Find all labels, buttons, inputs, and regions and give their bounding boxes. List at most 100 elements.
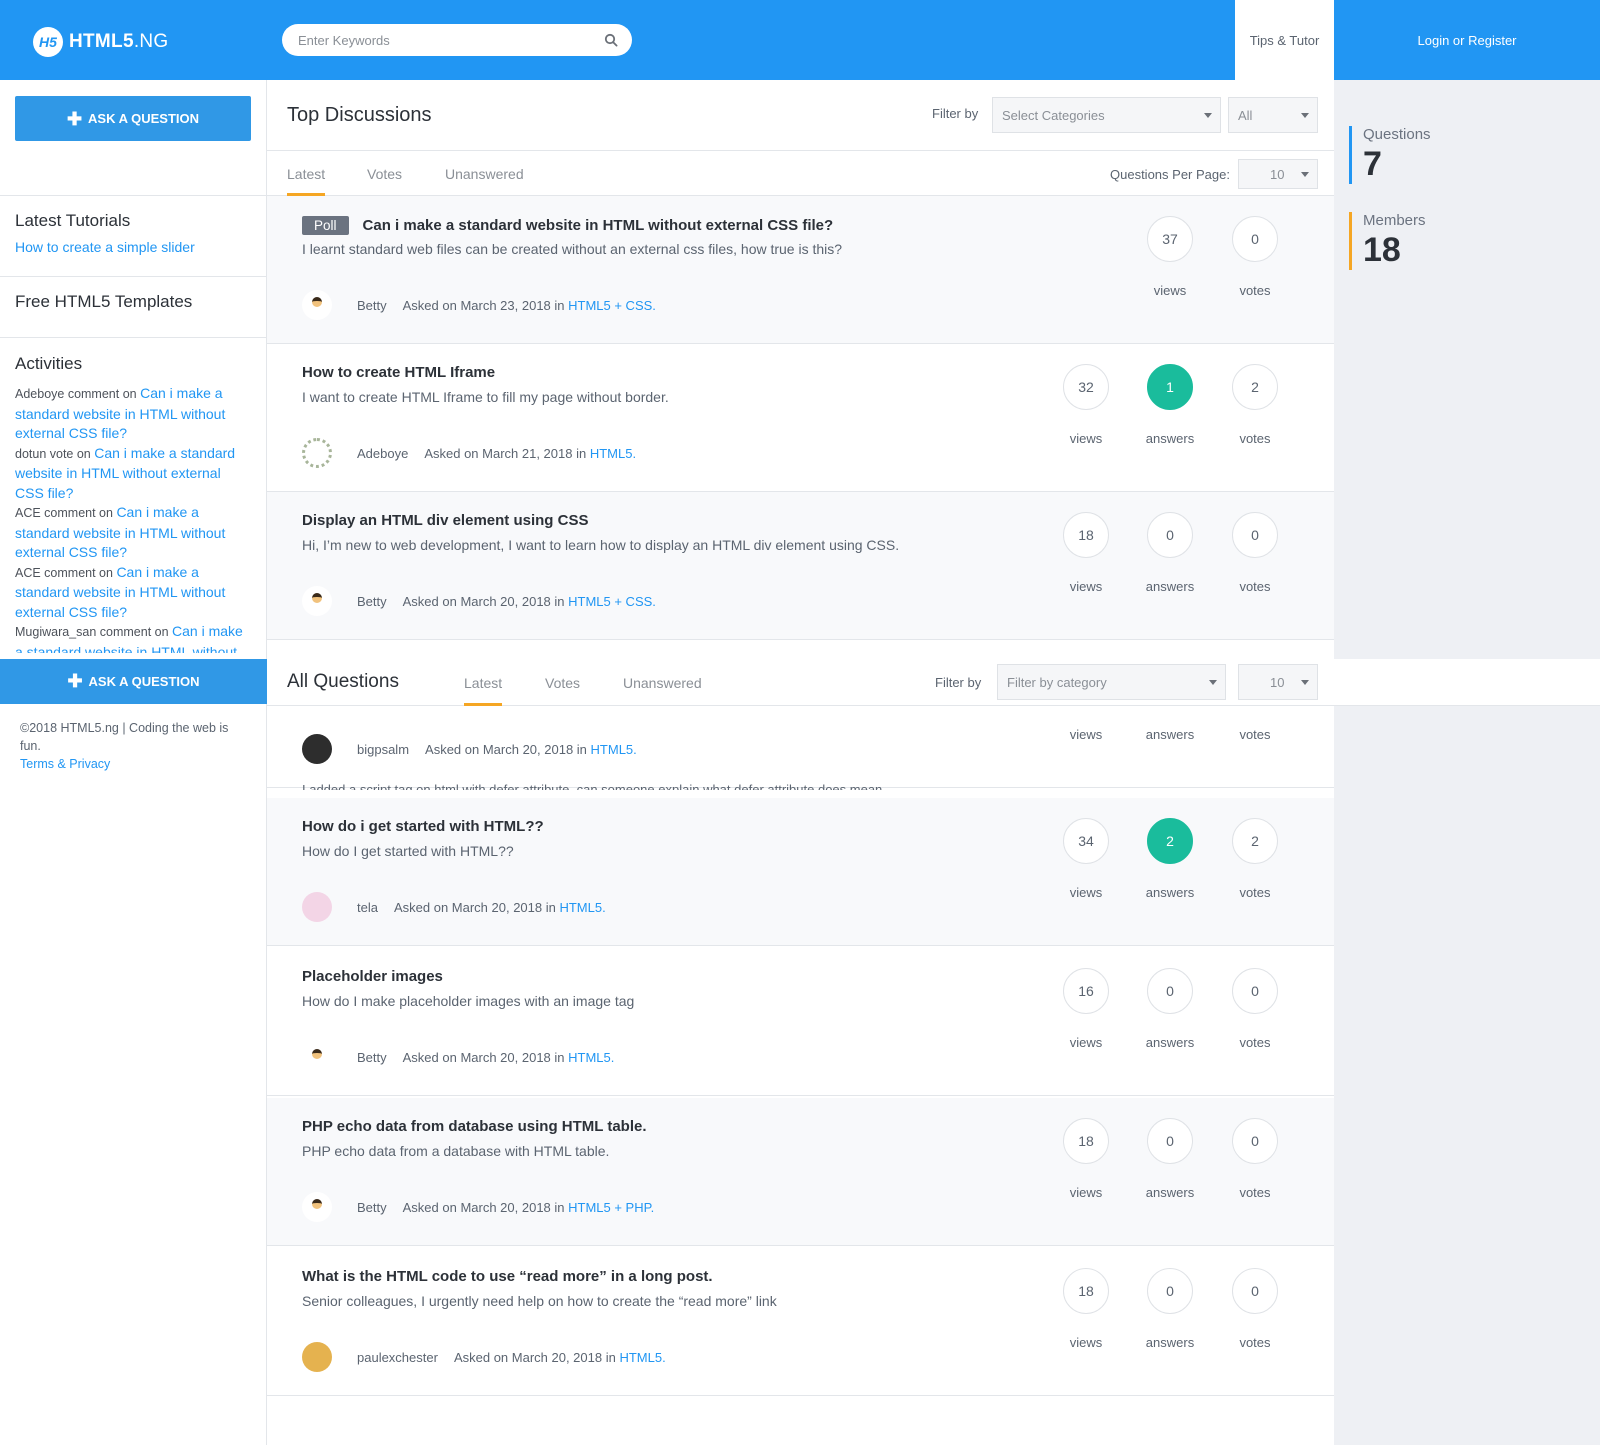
votes-stat: 2 votes bbox=[1225, 364, 1285, 446]
caret-down-icon bbox=[1209, 680, 1217, 685]
avatar[interactable] bbox=[302, 1042, 332, 1072]
search-input[interactable] bbox=[298, 32, 604, 48]
question-excerpt: PHP echo data from a database with HTML … bbox=[302, 1143, 610, 1159]
tab-latest[interactable]: Latest bbox=[287, 151, 325, 196]
question-excerpt: Hi, I’m new to web development, I want t… bbox=[302, 537, 900, 553]
questions-stat-label: Questions bbox=[1363, 126, 1431, 143]
free-templates-title[interactable]: Free HTML5 Templates bbox=[15, 292, 252, 312]
question-card[interactable]: How to create HTML Iframe I want to crea… bbox=[267, 344, 1334, 492]
tab-latest[interactable]: Latest bbox=[464, 659, 502, 706]
asked-info: Asked on March 20, 2018 in HTML5 + PHP. bbox=[403, 1200, 655, 1215]
main-content: Top Discussions Filter by Select Categor… bbox=[267, 80, 1334, 1445]
activity-item: ACE comment on Can i make a standard web… bbox=[15, 503, 252, 563]
question-card[interactable]: What is the HTML code to use “read more”… bbox=[267, 1248, 1334, 1396]
nav-tips-tutor[interactable]: Tips & Tutor bbox=[1235, 0, 1334, 80]
activity-item: ACE comment on Can i make a standard web… bbox=[15, 563, 252, 623]
category-filter-select[interactable]: Filter by category bbox=[997, 664, 1226, 700]
avatar[interactable] bbox=[302, 734, 332, 764]
question-excerpt: How do I get started with HTML?? bbox=[302, 843, 514, 859]
ask-question-label: ASK A QUESTION bbox=[88, 111, 200, 126]
tab-votes[interactable]: Votes bbox=[545, 659, 580, 706]
filter-by-label: Filter by bbox=[935, 675, 982, 690]
author-name[interactable]: Betty bbox=[357, 1200, 387, 1215]
question-title[interactable]: Placeholder images bbox=[302, 968, 443, 985]
terms-privacy-link[interactable]: Terms & Privacy bbox=[20, 755, 250, 773]
asked-date: Asked on March 20, 2018 in bbox=[402, 593, 569, 609]
author-name[interactable]: Adeboye bbox=[357, 446, 408, 461]
category-link[interactable]: HTML5. bbox=[559, 900, 605, 915]
logo-light: .NG bbox=[133, 31, 169, 52]
author-name[interactable]: Betty bbox=[357, 1050, 387, 1065]
asked-info: Asked on March 20, 2018 in HTML5 + CSS. bbox=[403, 594, 656, 609]
question-title[interactable]: Display an HTML div element using CSS bbox=[302, 512, 588, 529]
asked-date: Asked on March 20, 2018 in bbox=[393, 899, 560, 915]
author-name[interactable]: paulexchester bbox=[357, 1350, 438, 1365]
nav-login-register[interactable]: Login or Register bbox=[1334, 0, 1600, 80]
views-count: 16 bbox=[1063, 968, 1109, 1014]
author-name[interactable]: Betty bbox=[357, 298, 387, 313]
answers-label: answers bbox=[1145, 1035, 1195, 1050]
sticky-ask-question-button[interactable]: ✚ ASK A QUESTION bbox=[0, 659, 267, 704]
question-card[interactable]: How do i get started with HTML?? How do … bbox=[267, 798, 1334, 946]
question-card[interactable]: Placeholder images How do I make placeho… bbox=[267, 948, 1334, 1096]
question-title[interactable]: How do i get started with HTML?? bbox=[302, 818, 544, 835]
votes-count: 2 bbox=[1232, 818, 1278, 864]
tab-unanswered[interactable]: Unanswered bbox=[623, 659, 702, 706]
question-title[interactable]: Can i make a standard website in HTML wi… bbox=[363, 217, 834, 234]
scope-select[interactable]: All bbox=[1228, 97, 1318, 133]
activities-section: Activities Adeboye comment on Can i make… bbox=[0, 337, 267, 653]
category-link[interactable]: HTML5. bbox=[591, 742, 637, 757]
answers-stat: 0 answers bbox=[1140, 1118, 1200, 1200]
site-logo[interactable]: H5 HTML5.NG bbox=[33, 27, 169, 57]
all-questions-header: All Questions Latest Votes Unanswered Fi… bbox=[267, 659, 1600, 706]
views-count: 18 bbox=[1063, 1268, 1109, 1314]
question-card[interactable]: Poll Can i make a standard website in HTM… bbox=[267, 196, 1334, 344]
asked-info: Asked on March 23, 2018 in HTML5 + CSS. bbox=[403, 298, 656, 313]
answers-count: 1 bbox=[1147, 364, 1193, 410]
question-title[interactable]: PHP echo data from database using HTML t… bbox=[302, 1118, 647, 1135]
question-title[interactable]: How to create HTML Iframe bbox=[302, 364, 495, 381]
category-link[interactable]: HTML5 + CSS. bbox=[568, 594, 656, 609]
category-link[interactable]: HTML5 + CSS. bbox=[568, 298, 656, 313]
votes-label: votes bbox=[1239, 1035, 1271, 1050]
answers-count: 0 bbox=[1147, 512, 1193, 558]
activity-actor: Adeboye comment on bbox=[15, 387, 141, 401]
avatar[interactable] bbox=[302, 290, 332, 320]
views-stat: 18 views bbox=[1056, 1118, 1116, 1200]
tutorial-link[interactable]: How to create a simple slider bbox=[15, 239, 252, 255]
tab-votes[interactable]: Votes bbox=[367, 151, 402, 196]
category-link[interactable]: HTML5. bbox=[619, 1350, 665, 1365]
activity-actor: ACE comment on bbox=[15, 565, 117, 580]
author-name[interactable]: bigpsalm bbox=[357, 742, 409, 757]
views-stat: 32 views bbox=[1056, 364, 1116, 446]
avatar[interactable] bbox=[302, 1192, 332, 1222]
views-stat: 18 views bbox=[1056, 1268, 1116, 1350]
author-name[interactable]: tela bbox=[357, 900, 378, 915]
category-link[interactable]: HTML5 + PHP. bbox=[568, 1200, 654, 1215]
avatar[interactable] bbox=[302, 586, 332, 616]
author-name[interactable]: Betty bbox=[357, 594, 387, 609]
votes-label: votes bbox=[1239, 283, 1271, 298]
views-label: views bbox=[1069, 1185, 1103, 1200]
question-card[interactable]: PHP echo data from database using HTML t… bbox=[267, 1098, 1334, 1246]
members-stat-label: Members bbox=[1363, 212, 1426, 229]
question-title[interactable]: What is the HTML code to use “read more”… bbox=[302, 1268, 713, 1285]
question-card[interactable]: Display an HTML div element using CSS Hi… bbox=[267, 492, 1334, 640]
per-page-select[interactable]: 10 bbox=[1238, 159, 1318, 189]
avatar[interactable] bbox=[302, 438, 332, 468]
per-page-select[interactable]: 10 bbox=[1238, 664, 1318, 700]
category-select[interactable]: Select Categories bbox=[992, 97, 1221, 133]
category-link[interactable]: HTML5. bbox=[590, 446, 636, 461]
views-count: 37 bbox=[1147, 216, 1193, 262]
activity-list: Adeboye comment on Can i make a standard… bbox=[15, 384, 252, 653]
tab-unanswered[interactable]: Unanswered bbox=[445, 151, 524, 196]
search-icon[interactable] bbox=[604, 33, 618, 47]
free-templates-section[interactable]: Free HTML5 Templates bbox=[0, 276, 267, 337]
per-page-label: Questions Per Page: bbox=[1110, 167, 1230, 182]
category-link[interactable]: HTML5. bbox=[568, 1050, 614, 1065]
caret-down-icon bbox=[1301, 113, 1309, 118]
answers-label: answers bbox=[1145, 885, 1195, 900]
ask-question-button[interactable]: ✚ ASK A QUESTION bbox=[15, 96, 251, 141]
avatar[interactable] bbox=[302, 892, 332, 922]
avatar[interactable] bbox=[302, 1342, 332, 1372]
